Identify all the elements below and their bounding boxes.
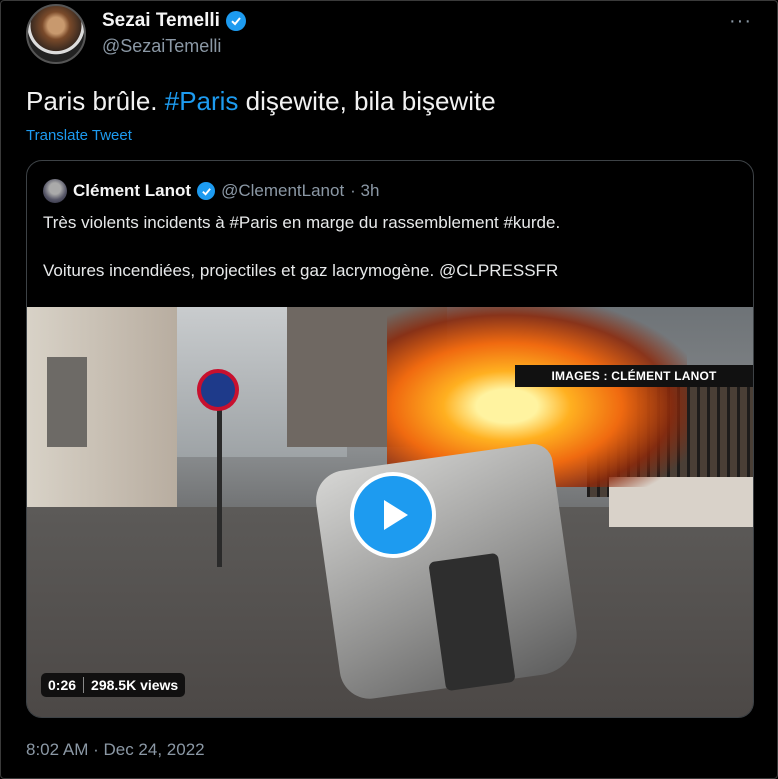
no-parking-sign-icon <box>197 369 239 411</box>
author-name-row: Sezai Temelli <box>102 10 246 32</box>
author-avatar[interactable] <box>26 4 86 64</box>
author-name[interactable]: Sezai Temelli <box>102 10 220 32</box>
quoted-text-line1: Très violents incidents à #Paris en marg… <box>43 213 561 232</box>
quoted-age: · 3h <box>350 181 380 200</box>
video-views: 298.5K views <box>91 677 179 693</box>
tweet-header: Sezai Temelli @SezaiTemelli ··· <box>26 4 756 68</box>
play-icon <box>384 500 408 530</box>
quoted-author-handle: @ClementLanot <box>221 181 345 200</box>
video-player[interactable]: IMAGES : CLÉMENT LANOT 0:26 298.5K views <box>27 307 753 717</box>
tweet-text-part2: dişewite, bila bişewite <box>238 86 496 116</box>
play-button[interactable] <box>350 472 436 558</box>
tweet-text-part1: Paris brûle. <box>26 86 165 116</box>
quoted-author-avatar <box>43 179 67 203</box>
tweet-timestamp[interactable]: 8:02 AM · Dec 24, 2022 <box>26 740 205 760</box>
verified-badge-icon <box>225 11 246 31</box>
more-options-icon[interactable]: ··· <box>729 10 752 33</box>
quoted-text-line2: Voitures incendiées, projectiles et gaz … <box>43 261 559 280</box>
quoted-author-name: Clément Lanot <box>73 181 192 200</box>
hashtag-link[interactable]: #Paris <box>165 86 239 116</box>
video-window <box>47 357 87 447</box>
quoted-header: Clément Lanot @ClementLanot · 3h <box>43 179 379 203</box>
video-watermark: IMAGES : CLÉMENT LANOT <box>515 365 753 387</box>
video-sign-pole <box>217 397 222 567</box>
video-duration: 0:26 <box>48 677 77 693</box>
tweet-text: Paris brûle. #Paris dişewite, bila bişew… <box>26 86 496 117</box>
quoted-tweet[interactable]: Clément Lanot @ClementLanot · 3h Très vi… <box>26 160 754 718</box>
video-stats: 0:26 298.5K views <box>41 673 186 697</box>
author-handle[interactable]: @SezaiTemelli <box>102 36 221 57</box>
translate-tweet-link[interactable]: Translate Tweet <box>26 127 132 144</box>
quoted-verified-badge-icon <box>197 182 216 200</box>
